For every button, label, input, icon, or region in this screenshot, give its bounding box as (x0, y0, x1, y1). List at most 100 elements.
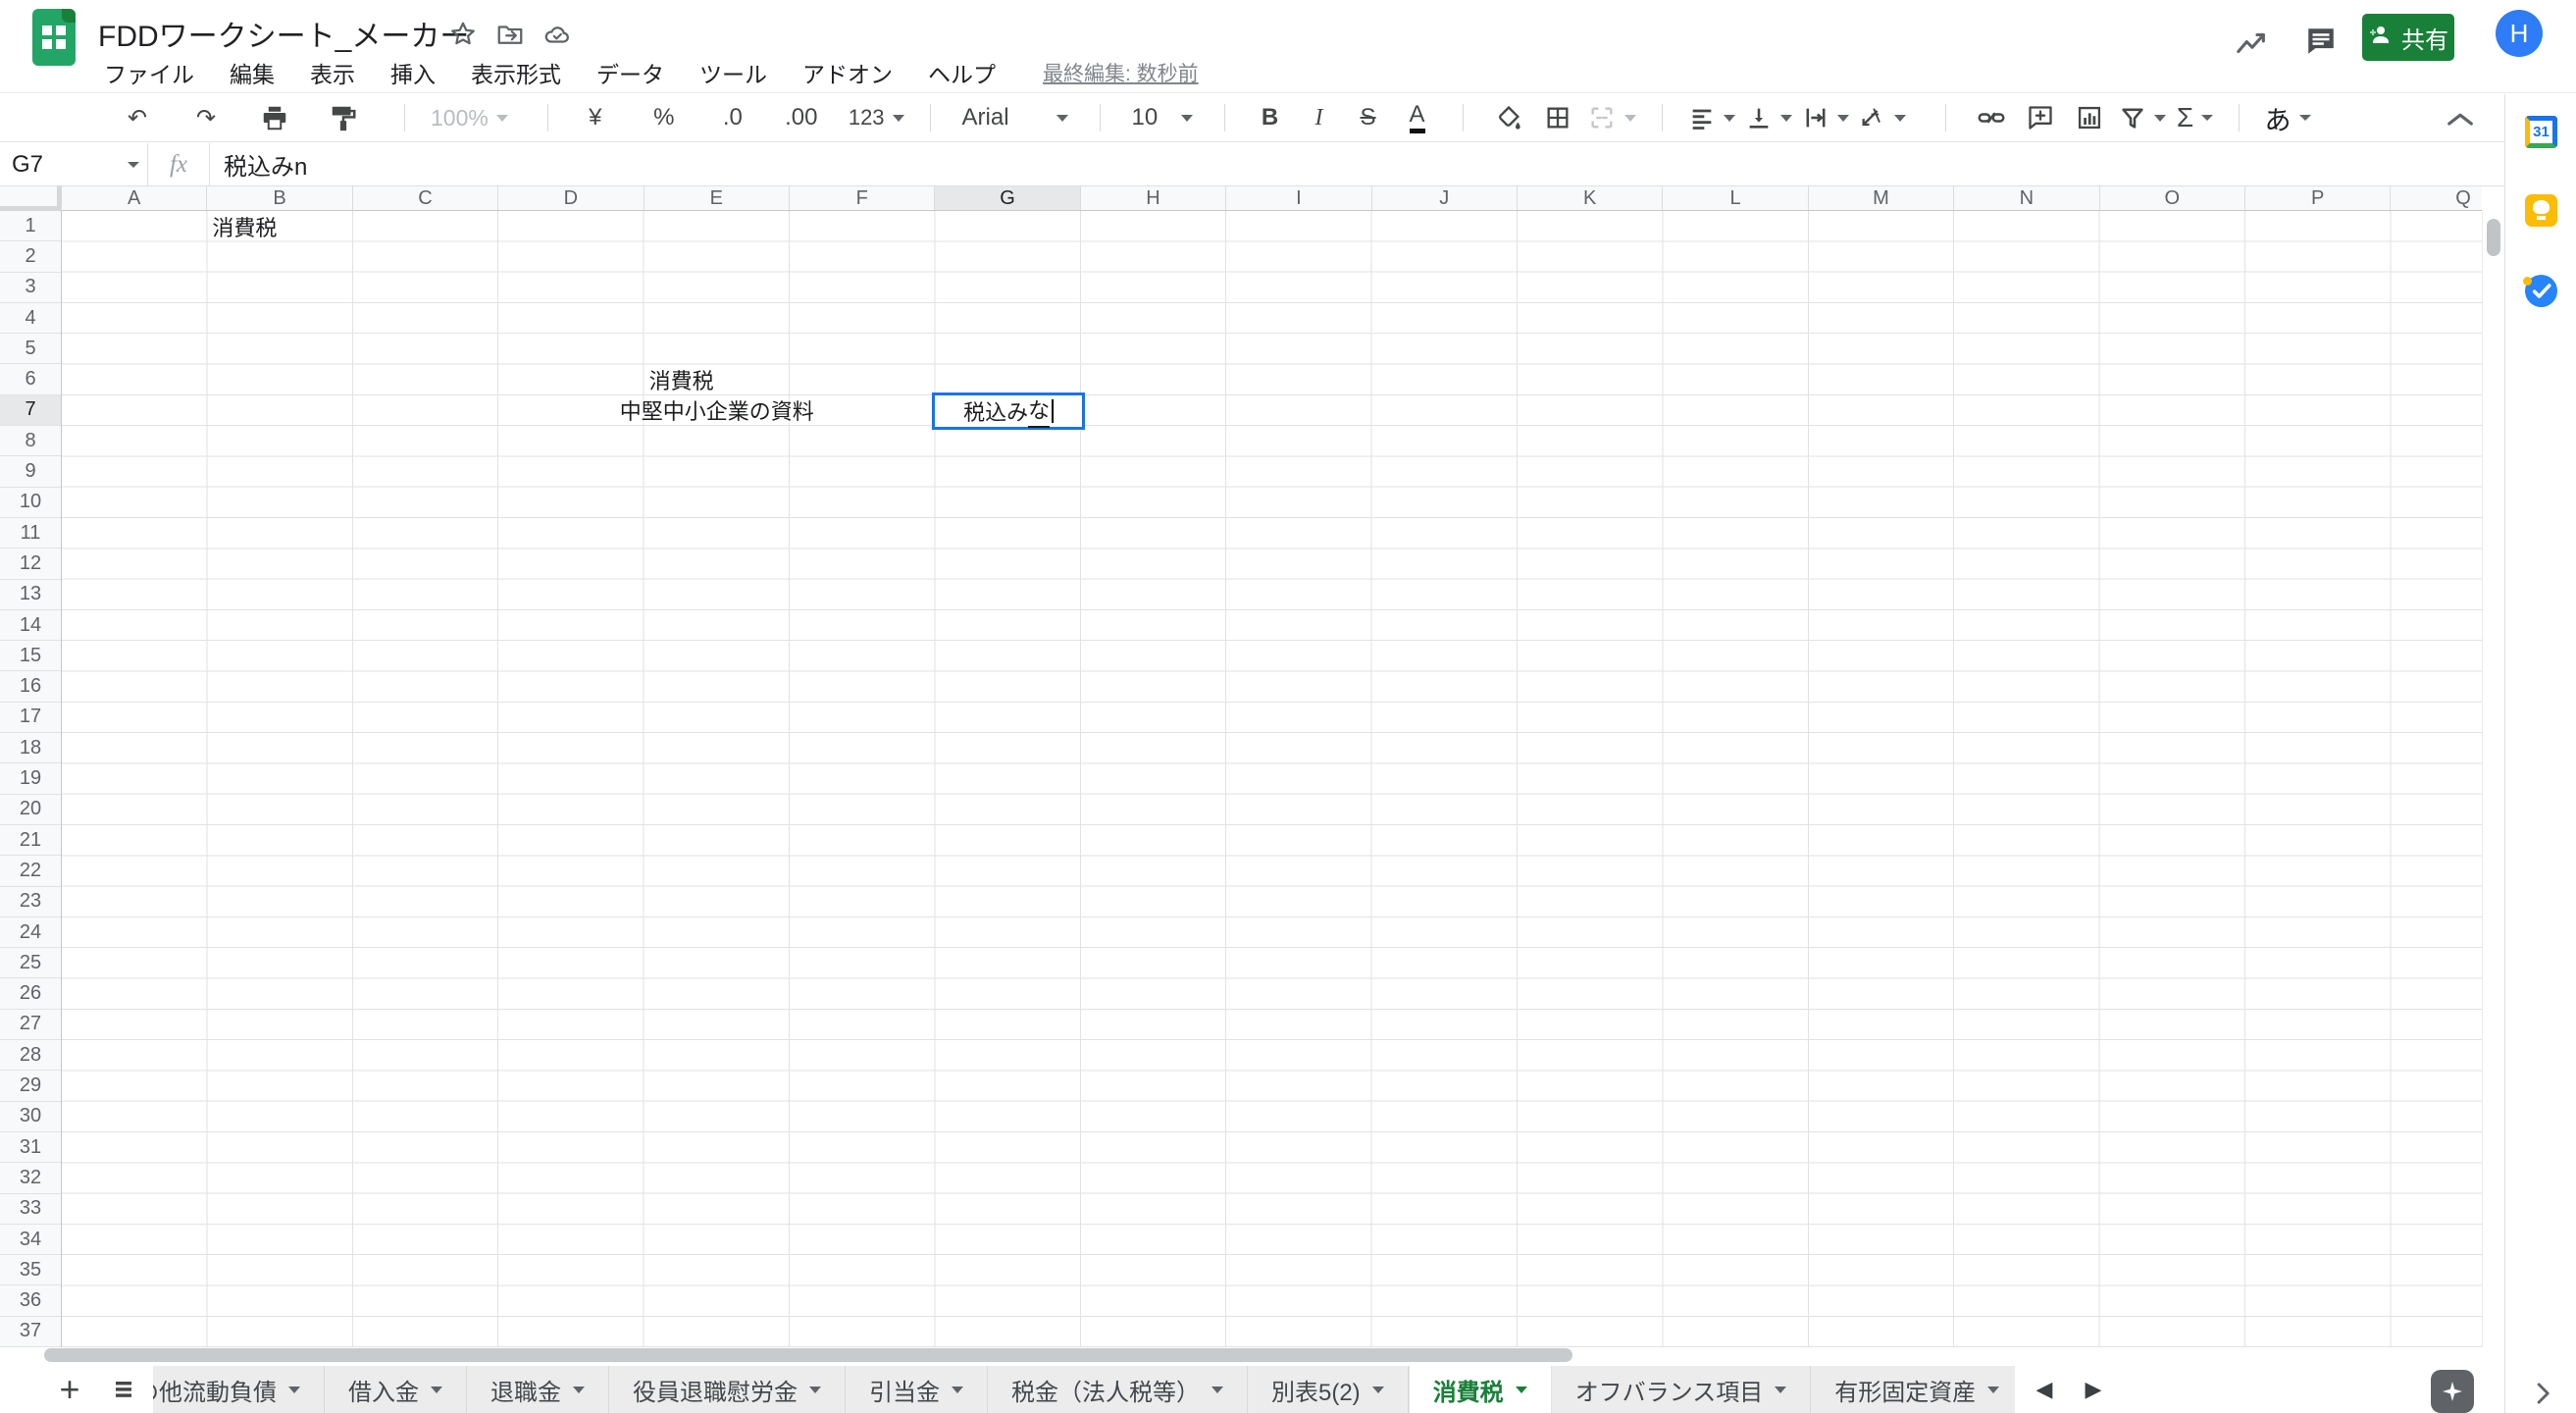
cloud-saved-icon[interactable] (541, 18, 574, 51)
row-header-16[interactable]: 16 (0, 672, 61, 703)
row-header-23[interactable]: 23 (0, 887, 61, 917)
column-header-B[interactable]: B (207, 186, 353, 210)
column-header-Q[interactable]: Q (2391, 186, 2482, 210)
row-header-36[interactable]: 36 (0, 1286, 61, 1317)
strikethrough-button[interactable]: S (1349, 98, 1388, 137)
functions-button[interactable]: Σ (2176, 98, 2215, 137)
row-header-26[interactable]: 26 (0, 979, 61, 1010)
row-header-28[interactable]: 28 (0, 1040, 61, 1072)
row-header-12[interactable]: 12 (0, 549, 61, 580)
font-size-select[interactable]: 10 (1126, 98, 1199, 137)
menu-データ[interactable]: データ (591, 54, 670, 91)
decrease-decimal-button[interactable]: .0 (711, 98, 754, 137)
horizontal-align-button[interactable] (1688, 98, 1735, 137)
explore-button[interactable] (2431, 1370, 2474, 1413)
row-header-20[interactable]: 20 (0, 795, 61, 825)
column-header-I[interactable]: I (1226, 186, 1372, 210)
column-header-P[interactable]: P (2245, 186, 2392, 210)
menu-表示形式[interactable]: 表示形式 (465, 54, 567, 91)
row-header-21[interactable]: 21 (0, 825, 61, 857)
row-header-5[interactable]: 5 (0, 334, 61, 365)
sheet-tab-税金（法人税等）[interactable]: 税金（法人税等） (988, 1366, 1248, 1413)
row-header-3[interactable]: 3 (0, 273, 61, 303)
row-header-34[interactable]: 34 (0, 1225, 61, 1256)
sheet-tab-引当金[interactable]: 引当金 (846, 1366, 988, 1413)
sheet-tab-の他流動負債[interactable]: の他流動負債 (153, 1366, 325, 1413)
row-header-13[interactable]: 13 (0, 580, 61, 610)
row-header-18[interactable]: 18 (0, 733, 61, 764)
column-header-M[interactable]: M (1808, 186, 1955, 210)
tab-menu-caret-icon[interactable] (288, 1386, 300, 1393)
row-header-1[interactable]: 1 (0, 211, 61, 242)
format-percent-button[interactable]: % (643, 98, 686, 137)
increase-decimal-button[interactable]: .00 (780, 98, 823, 137)
sheet-tab-消費税[interactable]: 消費税 (1408, 1366, 1552, 1413)
zoom-select[interactable]: 100% (431, 98, 508, 137)
vertical-align-button[interactable] (1745, 98, 1792, 137)
fill-color-button[interactable] (1489, 98, 1528, 137)
sheet-tab-オフバランス項目[interactable]: オフバランス項目 (1552, 1366, 1812, 1413)
row-header-17[interactable]: 17 (0, 703, 61, 734)
tabs-scroll-left-icon[interactable]: ◀ (2027, 1372, 2062, 1407)
tab-menu-caret-icon[interactable] (809, 1386, 821, 1393)
share-button[interactable]: 共有 (2362, 14, 2454, 61)
menu-ツール[interactable]: ツール (694, 54, 773, 91)
row-header-15[interactable]: 15 (0, 641, 61, 672)
tab-menu-caret-icon[interactable] (1371, 1386, 1384, 1393)
tab-menu-caret-icon[interactable] (1211, 1386, 1223, 1393)
comments-icon[interactable] (2299, 20, 2343, 63)
menu-アドオン[interactable]: アドオン (797, 54, 899, 91)
row-header-24[interactable]: 24 (0, 917, 61, 949)
name-box[interactable]: G7 (0, 143, 147, 185)
sheet-tab-退職金[interactable]: 退職金 (467, 1366, 609, 1413)
format-currency-button[interactable]: ¥ (574, 98, 617, 137)
formula-input[interactable]: 税込みn (210, 147, 307, 182)
horizontal-scrollbar-thumb[interactable] (44, 1348, 1572, 1362)
paint-format-button[interactable] (322, 98, 365, 137)
text-color-button[interactable]: A (1398, 98, 1437, 137)
row-header-27[interactable]: 27 (0, 1010, 61, 1041)
cell-E7[interactable]: 中堅中小企業の資料 (620, 395, 814, 426)
tab-menu-caret-icon[interactable] (1775, 1386, 1787, 1393)
undo-button[interactable]: ↶ (116, 98, 159, 137)
menu-挿入[interactable]: 挿入 (385, 54, 441, 91)
tab-menu-caret-icon[interactable] (952, 1386, 963, 1393)
row-header-35[interactable]: 35 (0, 1255, 61, 1286)
column-header-A[interactable]: A (62, 186, 208, 210)
keep-icon[interactable] (2525, 194, 2557, 227)
star-icon[interactable] (446, 18, 480, 51)
row-header-6[interactable]: 6 (0, 365, 61, 395)
row-header-29[interactable]: 29 (0, 1071, 61, 1102)
cell-B1[interactable]: 消費税 (207, 211, 352, 241)
row-header-19[interactable]: 19 (0, 763, 61, 795)
sheet-tab-別表5(2)[interactable]: 別表5(2) (1248, 1366, 1409, 1413)
document-title[interactable]: FDDワークシート_メーカー (98, 12, 469, 55)
all-sheets-button[interactable] (105, 1370, 142, 1409)
print-button[interactable] (253, 98, 296, 137)
last-edited-status[interactable]: 最終編集: 数秒前 (1043, 58, 1199, 87)
cell-G7-editing[interactable]: 税込みな (932, 392, 1085, 431)
cells-area[interactable]: 消費税 消費税 中堅中小企業の資料 税込みな (62, 211, 2482, 1347)
row-header-10[interactable]: 10 (0, 488, 61, 518)
row-header-14[interactable]: 14 (0, 610, 61, 642)
row-header-22[interactable]: 22 (0, 856, 61, 887)
row-header-30[interactable]: 30 (0, 1102, 61, 1132)
more-formats-button[interactable]: 123 (849, 98, 904, 137)
column-header-O[interactable]: O (2099, 186, 2245, 210)
column-header-N[interactable]: N (1954, 186, 2100, 210)
column-header-E[interactable]: E (644, 186, 790, 210)
sheet-tab-有形固定資産[interactable]: 有形固定資産 (1811, 1366, 2015, 1413)
sheet-tab-役員退職慰労金[interactable]: 役員退職慰労金 (609, 1366, 846, 1413)
insights-icon[interactable] (2231, 22, 2274, 65)
font-family-select[interactable]: Arial (956, 98, 1074, 137)
column-header-L[interactable]: L (1663, 186, 1809, 210)
text-rotation-button[interactable] (1859, 98, 1906, 137)
row-header-4[interactable]: 4 (0, 303, 61, 335)
insert-chart-button[interactable] (2070, 98, 2109, 137)
tasks-icon[interactable] (2523, 275, 2557, 307)
italic-button[interactable]: I (1300, 98, 1339, 137)
menu-ファイル[interactable]: ファイル (98, 54, 200, 91)
sheets-logo-icon[interactable] (32, 9, 76, 66)
hide-menus-icon[interactable] (2439, 102, 2482, 135)
column-header-D[interactable]: D (498, 186, 644, 210)
